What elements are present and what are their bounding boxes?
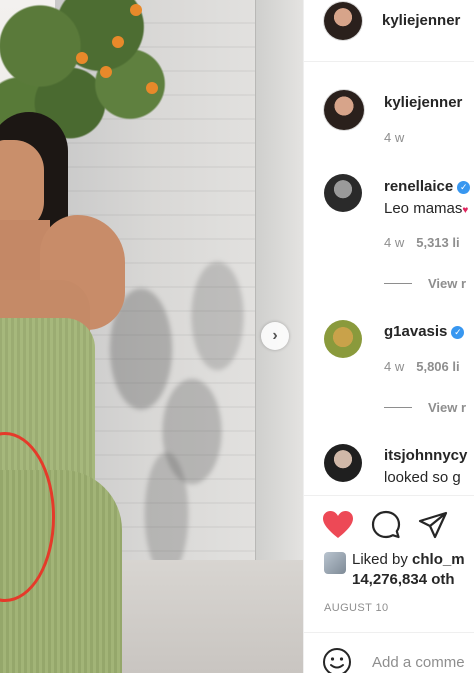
comment-icon[interactable] [371,510,401,540]
photo-orange [130,4,142,16]
comment-age: 4 w [384,359,405,374]
chevron-right-icon: › [272,327,278,344]
comment-text: looked so g [384,469,461,486]
photo-wall-edge [255,0,303,640]
replies-divider-line [384,283,412,284]
paper-plane-icon[interactable] [418,511,448,539]
liked-by-label: Liked by [352,551,413,568]
comment-likes[interactable]: 5,806 li [416,359,459,374]
comment-username-text[interactable]: g1avasis [384,323,447,340]
photo-person-face [0,140,44,232]
comment-text: Leo mamas♥ [384,200,468,217]
comment-username-text[interactable]: renellaice [384,178,453,195]
next-photo-button[interactable]: › [261,322,289,350]
add-comment-input[interactable]: Add a comme [372,654,465,671]
photo-orange [146,82,158,94]
liked-by-user[interactable]: chlo_m [412,551,465,568]
view-replies-button[interactable]: View r [384,400,466,415]
likes-count[interactable]: 14,276,834 oth [352,571,455,588]
verified-badge-icon: ✓ [457,181,471,194]
verified-badge-icon: ✓ [451,326,465,339]
comment-avatar[interactable] [324,444,362,482]
view-replies-button[interactable]: View r [384,276,466,291]
comment-username[interactable]: itsjohnnycy [384,447,467,464]
heart-icon[interactable] [322,510,354,540]
comment-username[interactable]: g1avasis ✓ [384,323,465,340]
post-author-username[interactable]: kyliejenner [382,12,460,29]
comment-username[interactable]: renellaice ✓ [384,178,471,195]
comment-avatar[interactable] [324,174,362,212]
liker-avatar[interactable] [324,552,346,574]
author-avatar[interactable] [324,2,362,40]
caption-age: 4 w [384,130,405,145]
photo-orange [100,66,112,78]
comment-text-body: Leo mamas [384,200,463,217]
comment-likes[interactable]: 5,313 li [416,235,459,250]
post-photo[interactable]: › [0,0,303,673]
post-side-panel: kyliejenner kyliejenner 4 w renellaice ✓ … [303,0,474,673]
smiley-icon[interactable] [322,647,352,673]
photo-orange [112,36,124,48]
comment-bar: Add a comme [304,632,474,673]
comment-avatar[interactable] [324,320,362,358]
caption-author-avatar[interactable] [324,90,364,130]
comment-age: 4 w [384,235,405,250]
liked-by-line: Liked by chlo_m [352,551,465,568]
replies-divider-line [384,407,412,408]
caption-author-username[interactable]: kyliejenner [384,94,462,111]
comment-meta: 4 w 5,806 li [384,359,460,374]
post-date[interactable]: AUGUST 10 [324,602,389,614]
post-header: kyliejenner [304,0,474,62]
view-replies-label[interactable]: View r [428,276,466,291]
photo-orange [76,52,88,64]
view-replies-label[interactable]: View r [428,400,466,415]
comment-meta: 4 w 5,313 li [384,235,460,250]
heart-emoji-icon: ♥ [462,205,469,216]
